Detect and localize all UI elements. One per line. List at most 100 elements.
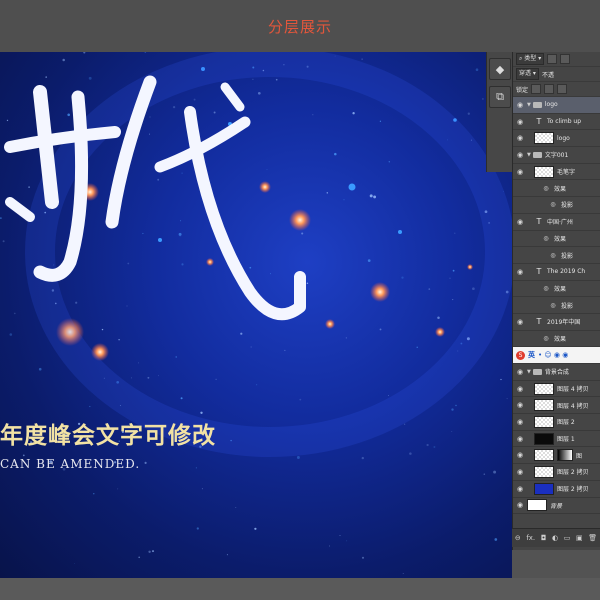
effect-icon: ◎ [543,284,549,292]
visibility-eye-icon[interactable]: ◉ [513,118,527,126]
visibility-eye-icon[interactable]: ◉ [513,134,527,142]
calligraphy-artwork [4,75,306,321]
blend-mode-select[interactable]: 穿透 ▾ [516,68,539,80]
page-title: 分层展示 [0,0,600,52]
group-toggle-icon[interactable]: ▼ [527,152,531,158]
layer-row[interactable]: ◎ 效果 [513,331,600,348]
layer-row[interactable]: ◎ 投影 [513,247,600,264]
layer-row[interactable]: ◉ T 中国·广州 [513,214,600,231]
layer-name: 背景合成 [544,369,569,377]
group-toggle-icon[interactable]: ▼ [527,102,531,108]
layer-name: 效果 [554,235,567,243]
layer-row[interactable]: ◎ 效果 [513,281,600,298]
subtitle-text: 年度峰会文字可修改 [0,423,216,449]
layer-row[interactable]: ◉ T To climb up [513,114,600,131]
3d-rotate-icon[interactable]: ◆ [489,58,511,80]
layer-row[interactable]: ◎ 投影 [513,197,600,214]
visibility-eye-icon[interactable]: ◉ [513,435,527,443]
kind-filter-select[interactable]: ⌕ 类型 ▾ [516,53,545,65]
layer-row[interactable]: ◎ 投影 [513,297,600,314]
layer-row[interactable]: ◉ 图层 2 [513,414,600,431]
layer-row[interactable]: ◉ 图层 4 拷贝 [513,381,600,398]
visibility-eye-icon[interactable]: ◉ [513,468,527,476]
layer-row[interactable]: ◉ 图 [513,447,600,465]
layer-row[interactable]: ◉ T The 2019 Ch [513,264,600,281]
star-dot [345,337,347,339]
visibility-eye-icon[interactable]: ◉ [513,318,527,326]
history-icon[interactable]: ⧉ [489,86,511,108]
lock-transparent-icon[interactable] [531,84,542,94]
layer-thumbnail [534,165,554,178]
layer-row[interactable]: ◉ ▼ logo [513,97,600,114]
panel-footer-button-icon[interactable]: ▭ [564,534,571,542]
star-dot [493,470,497,474]
visibility-eye-icon[interactable]: ◉ [513,401,527,409]
panel-footer-button-icon[interactable]: 🗑 [588,534,597,542]
layer-row[interactable]: ◉ 图层 2 拷贝 [513,481,600,498]
brush-stroke [220,82,245,112]
star-dot [296,456,300,459]
visibility-eye-icon[interactable]: ◉ [513,501,527,509]
panel-footer-button-icon[interactable]: ⊖ [515,534,521,542]
star-dot [472,287,475,291]
panel-footer-button-icon[interactable]: fx. [526,534,535,542]
layer-row[interactable]: ◉ logo [513,130,600,148]
visibility-eye-icon[interactable]: ◉ [513,385,527,393]
layer-name: 图层 2 拷贝 [557,486,589,494]
blue-light [348,183,356,191]
kind-filter-row: ⌕ 类型 ▾ [513,52,600,67]
panel-footer-button-icon[interactable]: ▣ [576,534,583,542]
layer-list: ◉ ▼ logo ◉ T To climb up ◉ logo ◉ ▼ 文字001 ◉ 毛笔字 ◎ 效果 ◎ 投… [513,97,600,515]
filter-adjust-icon[interactable] [560,54,571,64]
layers-panel: ⌕ 类型 ▾ 穿透 ▾ 不透 锁定 ◉ ▼ logo ◉ T To climb up ◉ lo… [512,52,600,550]
layer-row[interactable]: ◎ 效果 [513,231,600,248]
blend-row: 穿透 ▾ 不透 [513,67,600,82]
star-dot [426,443,429,447]
layer-row[interactable]: ◉ T 2019年中国 [513,314,600,331]
bokeh-light [435,327,445,337]
visibility-eye-icon[interactable]: ◉ [513,151,527,159]
status-bar [0,578,600,600]
visibility-eye-icon[interactable]: ◉ [513,451,527,459]
group-toggle-icon[interactable]: ▼ [527,369,531,375]
layer-row[interactable]: ◉ 图层 2 拷贝 [513,464,600,481]
layer-name: 投影 [561,302,574,310]
visibility-eye-icon[interactable]: ◉ [513,485,527,493]
ime-toolbar[interactable]: S 英 • ☺ ◉ ◉ [513,347,600,364]
layer-name: 图层 2 拷贝 [557,469,589,477]
layer-name: 图层 4 拷贝 [557,402,589,410]
star-dot [93,493,95,495]
visibility-eye-icon[interactable]: ◉ [513,268,527,276]
star-dot [369,194,373,198]
layer-row[interactable]: ◉ 图层 4 拷贝 [513,397,600,415]
ime-mode[interactable]: 英 [528,350,535,360]
opacity-label: 不透 [541,71,554,79]
layer-row[interactable]: ◉ 背景 [513,498,600,515]
lock-pixels-icon[interactable] [544,84,555,94]
layer-name: 图层 1 [557,436,575,444]
layer-row[interactable]: ◎ 效果 [513,180,600,198]
layer-row[interactable]: ◉ 毛笔字 [513,164,600,181]
layer-name: 2019年中国 [547,319,581,327]
ime-tools-icon[interactable]: • ☺ ◉ ◉ [538,351,568,359]
layer-row[interactable]: ◉ ▼ 背景合成 [513,364,600,381]
visibility-eye-icon[interactable]: ◉ [513,368,527,376]
star-dot [402,572,404,574]
star-dot [379,120,382,122]
layer-row[interactable]: ◉ 图层 1 [513,431,600,448]
visibility-eye-icon[interactable]: ◉ [513,218,527,226]
brush-stroke [105,75,157,229]
document-canvas[interactable]: 年度峰会文字可修改 CAN BE AMENDED. [0,52,512,578]
visibility-eye-icon[interactable]: ◉ [513,101,527,109]
star-dot [235,506,237,508]
layer-row[interactable]: ◉ ▼ 文字001 [513,147,600,164]
visibility-eye-icon[interactable]: ◉ [513,168,527,176]
star-dot [403,423,406,425]
panel-footer-button-icon[interactable]: ◘ [541,534,547,542]
panel-footer-button-icon[interactable]: ◐ [552,534,558,542]
star-dot [494,538,498,541]
visibility-eye-icon[interactable]: ◉ [513,418,527,426]
filter-pixel-icon[interactable] [547,54,558,64]
lock-position-icon[interactable] [557,84,568,94]
layer-name: 图层 4 拷贝 [557,386,589,394]
